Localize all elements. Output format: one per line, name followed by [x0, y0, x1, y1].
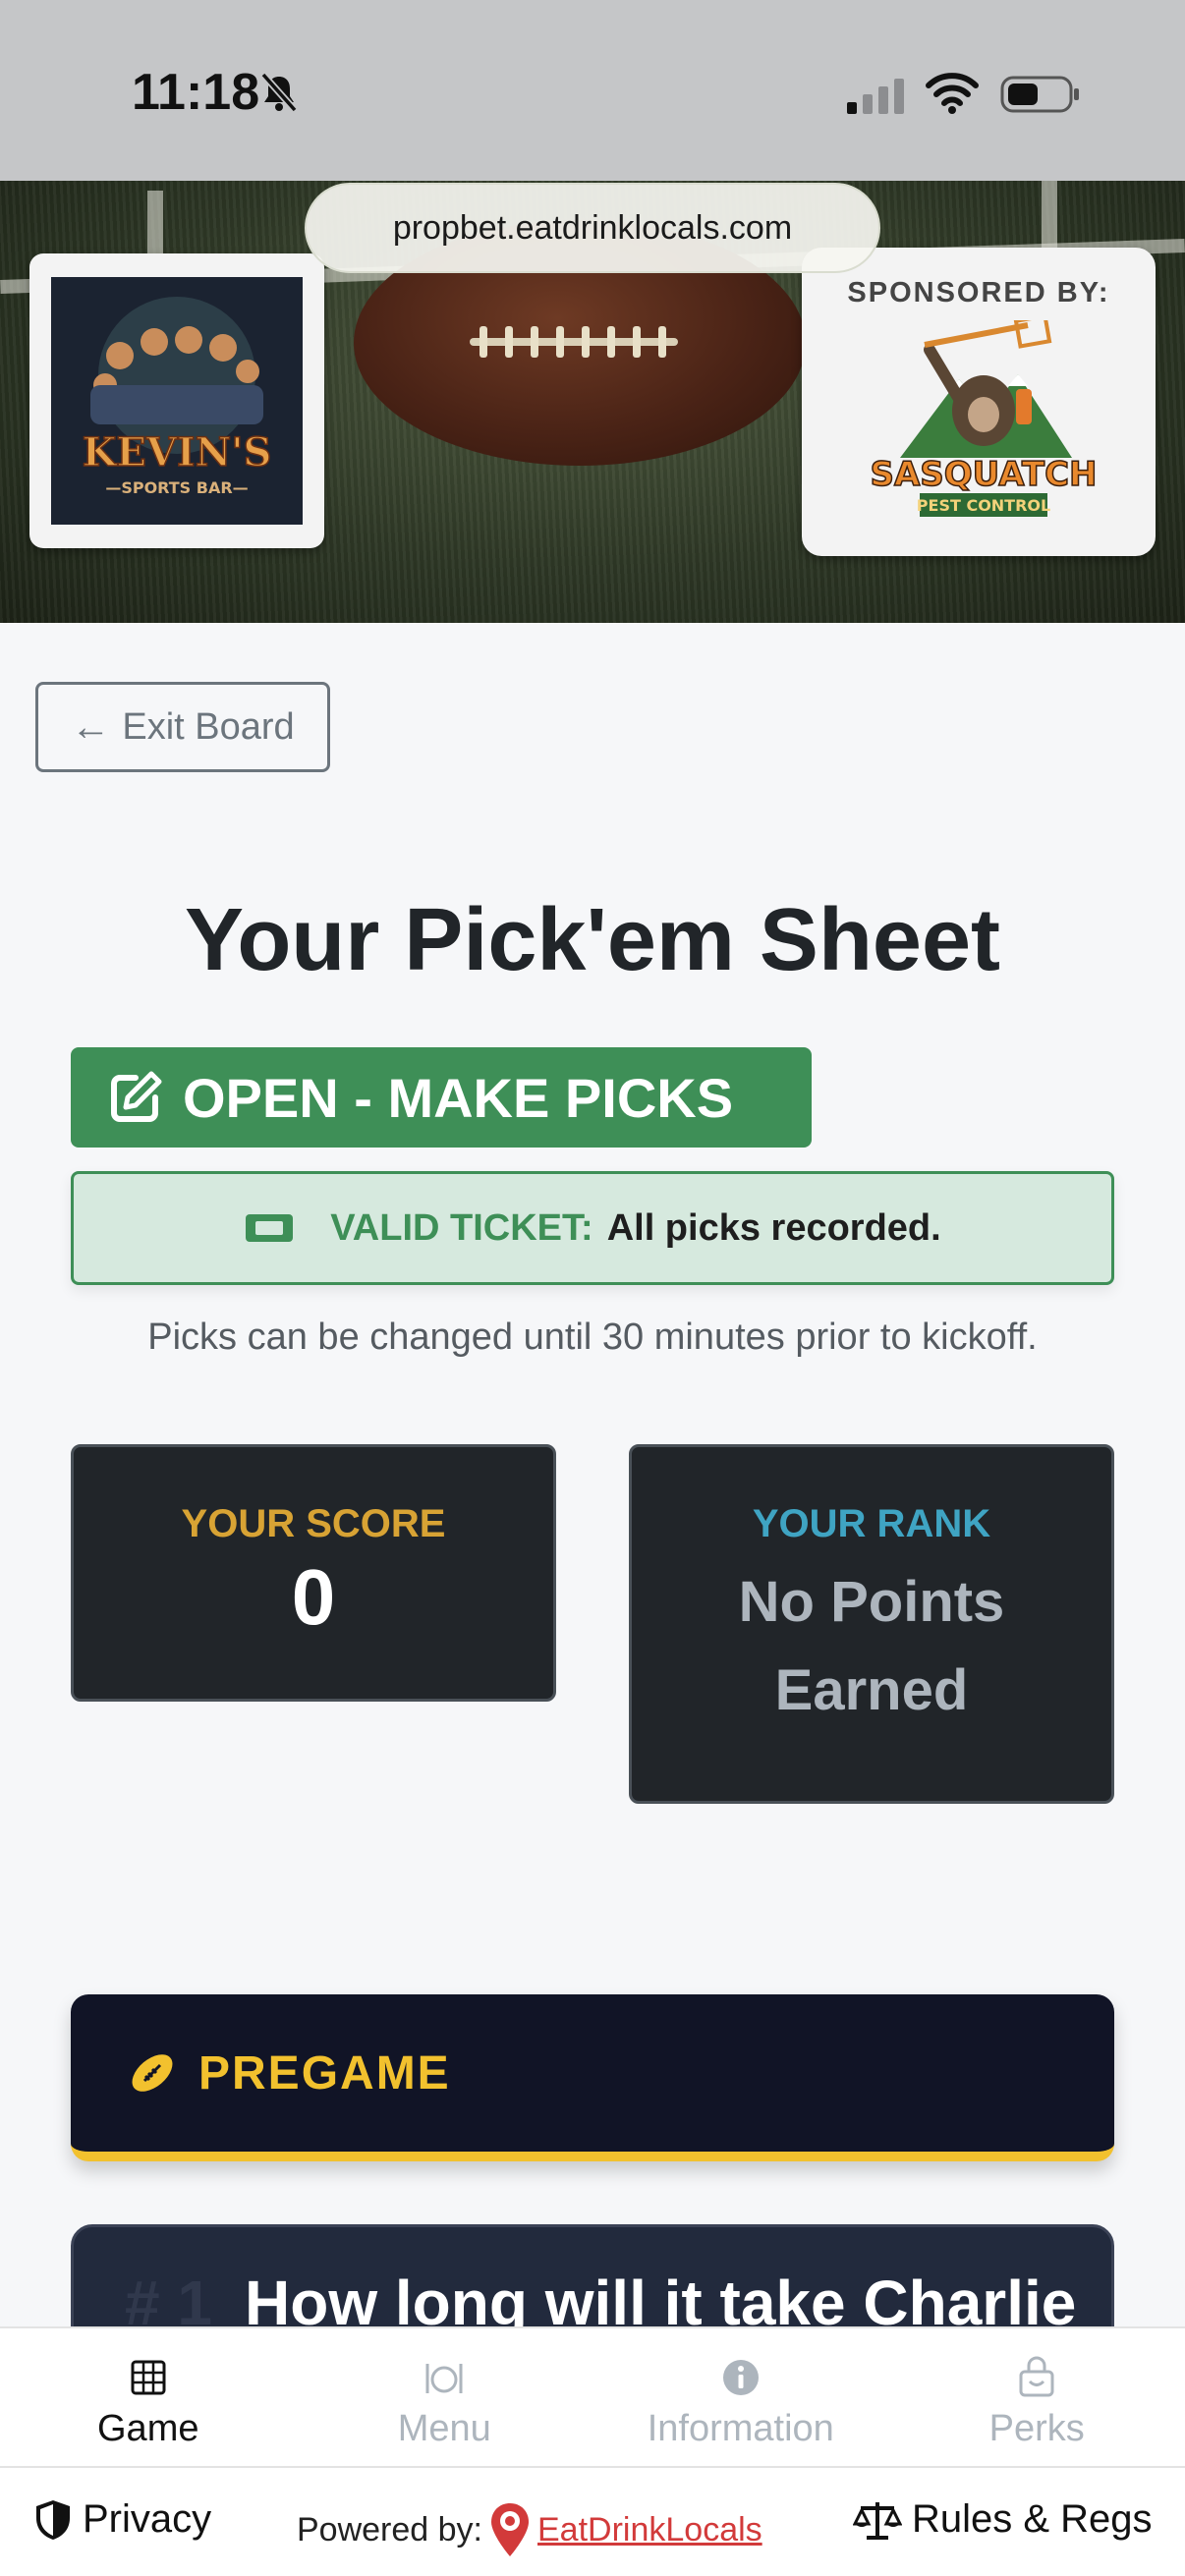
- sponsor-logo-text: SASQUATCH: [871, 455, 1097, 494]
- rules-label: Rules & Regs: [912, 2497, 1153, 2541]
- privacy-link[interactable]: Privacy: [33, 2497, 211, 2542]
- nav-label-perks: Perks: [988, 2408, 1085, 2449]
- powered-by: Powered by: EatDrinkLocals: [297, 2501, 762, 2558]
- section-title: PREGAME: [198, 2046, 451, 2100]
- gift-bag-icon: [1019, 2356, 1054, 2397]
- nav-label-menu: Menu: [397, 2408, 491, 2449]
- score-label: YOUR SCORE: [181, 1502, 446, 1545]
- edit-icon: [111, 1071, 162, 1122]
- open-status-badge: OPEN - MAKE PICKS: [71, 1047, 812, 1148]
- rank-value: No Points Earned: [632, 1558, 1111, 1735]
- sponsor-card: SPONSORED BY: SASQUATCH PEST CONTROL: [802, 248, 1156, 556]
- arrow-left-icon: ←: [71, 704, 111, 749]
- score-card: YOUR SCORE 0: [71, 1444, 556, 1702]
- nav-label-game: Game: [97, 2408, 199, 2449]
- rank-value-line2: Earned: [774, 1658, 969, 1722]
- nav-item-game[interactable]: Game: [0, 2328, 297, 2468]
- rules-regs-link[interactable]: Rules & Regs: [853, 2497, 1153, 2542]
- sponsor-label: SPONSORED BY:: [847, 277, 1110, 308]
- section-header-pregame: PREGAME: [71, 1994, 1114, 2161]
- picks-change-note: Picks can be changed until 30 minutes pr…: [147, 1316, 1038, 1358]
- sponsor-logo-subtext: PEST CONTROL: [917, 496, 1050, 515]
- bottom-nav: Game Menu Information Perks: [0, 2326, 1185, 2466]
- nav-item-menu[interactable]: Menu: [297, 2328, 593, 2468]
- nav-label-information: Information: [647, 2408, 834, 2449]
- eatdrinklocals-link[interactable]: EatDrinkLocals: [537, 2511, 762, 2549]
- rank-label: YOUR RANK: [752, 1502, 991, 1545]
- map-pin-logo-icon: [491, 2503, 529, 2556]
- shield-icon: [36, 2499, 70, 2540]
- football-icon: [132, 2054, 173, 2092]
- cellular-signal-icon: [847, 79, 904, 114]
- sasquatch-pest-control-logo: SASQUATCH PEST CONTROL: [871, 320, 1097, 517]
- grid-icon: [131, 2360, 166, 2395]
- valid-ticket-alert: VALID TICKET: All picks recorded.: [71, 1171, 1114, 1285]
- browser-url-pill[interactable]: propbet.eatdrinklocals.com: [305, 183, 880, 273]
- info-icon: [722, 2360, 759, 2395]
- svg-text:—SPORTS BAR—: —SPORTS BAR—: [105, 478, 248, 497]
- kevins-sports-bar-logo: KEVIN'S —SPORTS BAR—: [51, 277, 303, 525]
- status-bar: 11:18: [0, 0, 1185, 181]
- status-time: 11:18: [132, 64, 260, 121]
- scale-icon: [853, 2501, 902, 2540]
- page-title: Your Pick'em Sheet: [184, 891, 1001, 989]
- bell-muted-icon: [260, 72, 298, 113]
- utensils-icon: [425, 2364, 463, 2393]
- ticket-label: VALID TICKET:: [330, 1206, 593, 1249]
- wifi-icon: [926, 73, 979, 114]
- status-pill-label: OPEN - MAKE PICKS: [183, 1066, 734, 1129]
- football-laces-graphic: [470, 326, 678, 358]
- rank-value-line1: No Points: [738, 1570, 1005, 1634]
- score-value: 0: [291, 1553, 336, 1641]
- exit-board-button[interactable]: ← Exit Board: [35, 682, 330, 772]
- privacy-label: Privacy: [83, 2497, 212, 2541]
- venue-logo-card: KEVIN'S —SPORTS BAR—: [29, 253, 324, 548]
- browser-url: propbet.eatdrinklocals.com: [392, 208, 793, 247]
- powered-by-label: Powered by:: [297, 2510, 482, 2548]
- hero-banner: KEVIN'S —SPORTS BAR— SPONSORED BY: SASQU…: [0, 181, 1185, 623]
- svg-text:KEVIN'S: KEVIN'S: [83, 429, 272, 476]
- ticket-message: All picks recorded.: [606, 1206, 941, 1249]
- nav-item-perks[interactable]: Perks: [889, 2328, 1185, 2468]
- battery-icon: [1000, 76, 1079, 113]
- exit-board-label: Exit Board: [122, 705, 295, 748]
- ticket-icon: [246, 1214, 294, 1242]
- footer: Privacy Powered by: EatDrinkLocals Rules…: [0, 2466, 1185, 2576]
- nav-item-information[interactable]: Information: [592, 2328, 889, 2468]
- rank-card: YOUR RANK No Points Earned: [629, 1444, 1114, 1804]
